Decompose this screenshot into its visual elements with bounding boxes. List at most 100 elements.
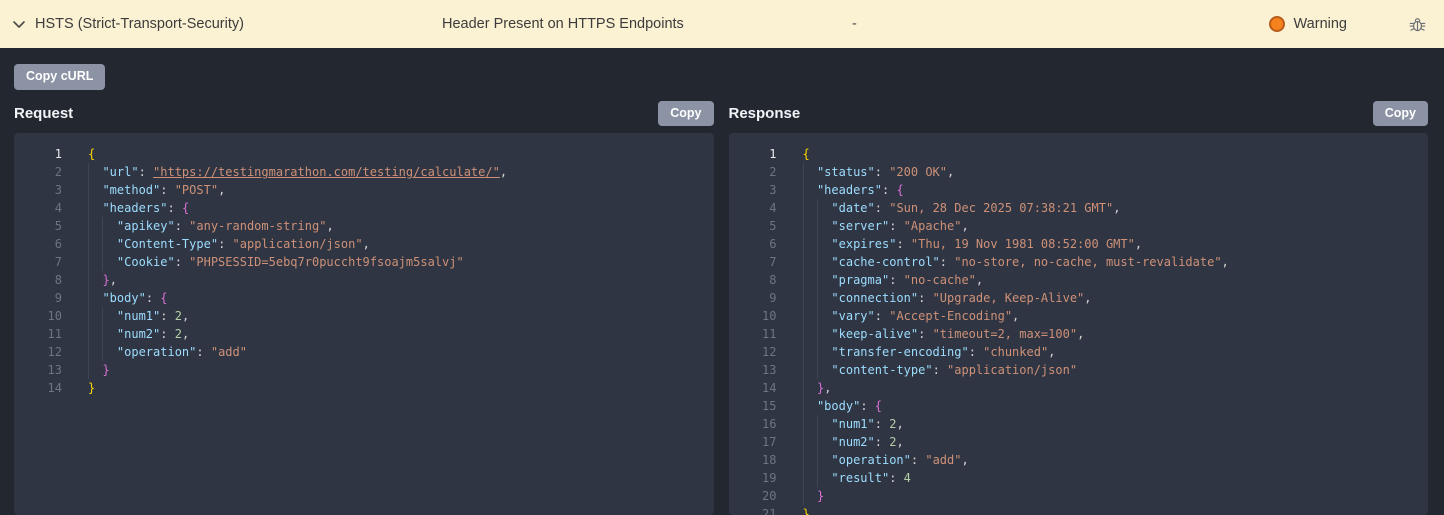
indent-guide	[102, 235, 104, 253]
indent-guide	[88, 343, 89, 361]
code-text: "num2": 2,	[88, 325, 189, 343]
code-text: "url": "https://testingmarathon.com/test…	[88, 163, 507, 181]
line-number: 20	[762, 489, 777, 503]
line-number: 1	[769, 147, 777, 161]
line-number: 9	[769, 291, 777, 305]
code-line: 6 "Content-Type": "application/json",	[14, 235, 714, 253]
code-line: 17 "num2": 2,	[729, 433, 1429, 451]
finding-endpoint: -	[852, 16, 857, 32]
indent-guide	[102, 307, 104, 325]
code-text: "Content-Type": "application/json",	[88, 235, 370, 253]
code-line: 14 },	[729, 379, 1429, 397]
code-text: "status": "200 OK",	[802, 163, 954, 181]
response-panel: Response Copy 1{2 "status": "200 OK", 3 "…	[728, 90, 1429, 515]
code-text: "keep-alive": "timeout=2, max=100",	[802, 325, 1084, 343]
indent-guide	[88, 271, 89, 289]
indent-guide	[802, 289, 804, 307]
indent-guide	[88, 199, 89, 217]
code-line: 12 "transfer-encoding": "chunked",	[729, 343, 1429, 361]
code-text: "vary": "Accept-Encoding",	[802, 307, 1019, 325]
code-line: 2 "status": "200 OK",	[729, 163, 1429, 181]
indent-guide	[802, 307, 804, 325]
indent-guide	[816, 361, 818, 379]
line-number: 8	[54, 273, 62, 287]
response-code-editor[interactable]: 1{2 "status": "200 OK", 3 "headers": {4 "…	[728, 133, 1429, 515]
finding-name: HSTS (Strict-Transport-Security)	[35, 16, 244, 32]
code-line: 8 },	[14, 271, 714, 289]
code-text: "operation": "add"	[88, 343, 247, 361]
code-text: "num1": 2,	[802, 415, 904, 433]
line-number: 8	[769, 273, 777, 287]
indent-guide	[88, 325, 89, 343]
code-line: 3 "method": "POST",	[14, 181, 714, 199]
code-line: 18 "operation": "add",	[729, 451, 1429, 469]
indent-guide	[88, 361, 89, 379]
indent-guide	[88, 307, 89, 325]
copy-curl-button[interactable]: Copy cURL	[14, 64, 106, 90]
code-text: "date": "Sun, 28 Dec 2025 07:38:21 GMT",	[802, 199, 1120, 217]
code-text: "result": 4	[802, 469, 911, 487]
line-number: 4	[769, 201, 777, 215]
code-text: {	[802, 147, 810, 161]
indent-guide	[802, 271, 804, 289]
code-line: 9 "connection": "Upgrade, Keep-Alive",	[729, 289, 1429, 307]
code-text: },	[88, 271, 117, 289]
code-text: "body": {	[88, 289, 168, 307]
code-line: 13 }	[14, 361, 714, 379]
bug-icon[interactable]	[1409, 16, 1426, 33]
line-number: 9	[54, 291, 62, 305]
line-number: 4	[54, 201, 62, 215]
indent-guide	[816, 289, 818, 307]
indent-guide	[816, 235, 818, 253]
code-line: 21}	[729, 505, 1429, 515]
indent-guide	[802, 343, 804, 361]
line-number: 7	[54, 255, 62, 269]
code-line: 13 "content-type": "application/json"	[729, 361, 1429, 379]
line-number: 21	[762, 507, 777, 515]
response-panel-title: Response	[728, 104, 801, 122]
code-text: "operation": "add",	[802, 451, 969, 469]
code-text: "headers": {	[88, 199, 189, 217]
code-text: "connection": "Upgrade, Keep-Alive",	[802, 289, 1092, 307]
line-number: 6	[769, 237, 777, 251]
finding-row[interactable]: HSTS (Strict-Transport-Security) Header …	[0, 0, 1444, 48]
code-text: "cache-control": "no-store, no-cache, mu…	[802, 253, 1229, 271]
request-copy-button[interactable]: Copy	[658, 100, 714, 126]
code-line: 8 "pragma": "no-cache",	[729, 271, 1429, 289]
code-line: 5 "apikey": "any-random-string",	[14, 217, 714, 235]
indent-guide	[802, 253, 804, 271]
line-number: 15	[762, 399, 777, 413]
indent-guide	[802, 325, 804, 343]
code-line: 4 "date": "Sun, 28 Dec 2025 07:38:21 GMT…	[729, 199, 1429, 217]
code-text: "Cookie": "PHPSESSID=5ebq7r0puccht9fsoaj…	[88, 253, 464, 271]
line-number: 2	[769, 165, 777, 179]
code-line: 1{	[729, 145, 1429, 163]
indent-guide	[802, 379, 804, 397]
indent-guide	[816, 415, 818, 433]
line-number: 14	[47, 381, 62, 395]
request-code-editor[interactable]: 1{2 "url": "https://testingmarathon.com/…	[14, 133, 714, 515]
indent-guide	[802, 361, 804, 379]
indent-guide	[102, 253, 104, 271]
indent-guide	[816, 217, 818, 235]
code-text: {	[88, 147, 96, 161]
indent-guide	[88, 163, 89, 181]
indent-guide	[102, 217, 104, 235]
indent-guide	[88, 217, 89, 235]
code-line: 12 "operation": "add"	[14, 343, 714, 361]
code-line: 10 "num1": 2,	[14, 307, 714, 325]
code-text: "method": "POST",	[88, 181, 225, 199]
code-text: }	[88, 361, 110, 379]
code-text: "transfer-encoding": "chunked",	[802, 343, 1055, 361]
response-copy-button[interactable]: Copy	[1372, 100, 1428, 126]
indent-guide	[802, 163, 804, 181]
indent-guide	[816, 253, 818, 271]
indent-guide	[802, 415, 804, 433]
indent-guide	[816, 271, 818, 289]
indent-guide	[802, 235, 804, 253]
indent-guide	[816, 451, 818, 469]
code-text: }	[88, 381, 96, 395]
line-number: 6	[54, 237, 62, 251]
chevron-down-icon[interactable]	[0, 20, 26, 29]
line-number: 10	[47, 309, 62, 323]
